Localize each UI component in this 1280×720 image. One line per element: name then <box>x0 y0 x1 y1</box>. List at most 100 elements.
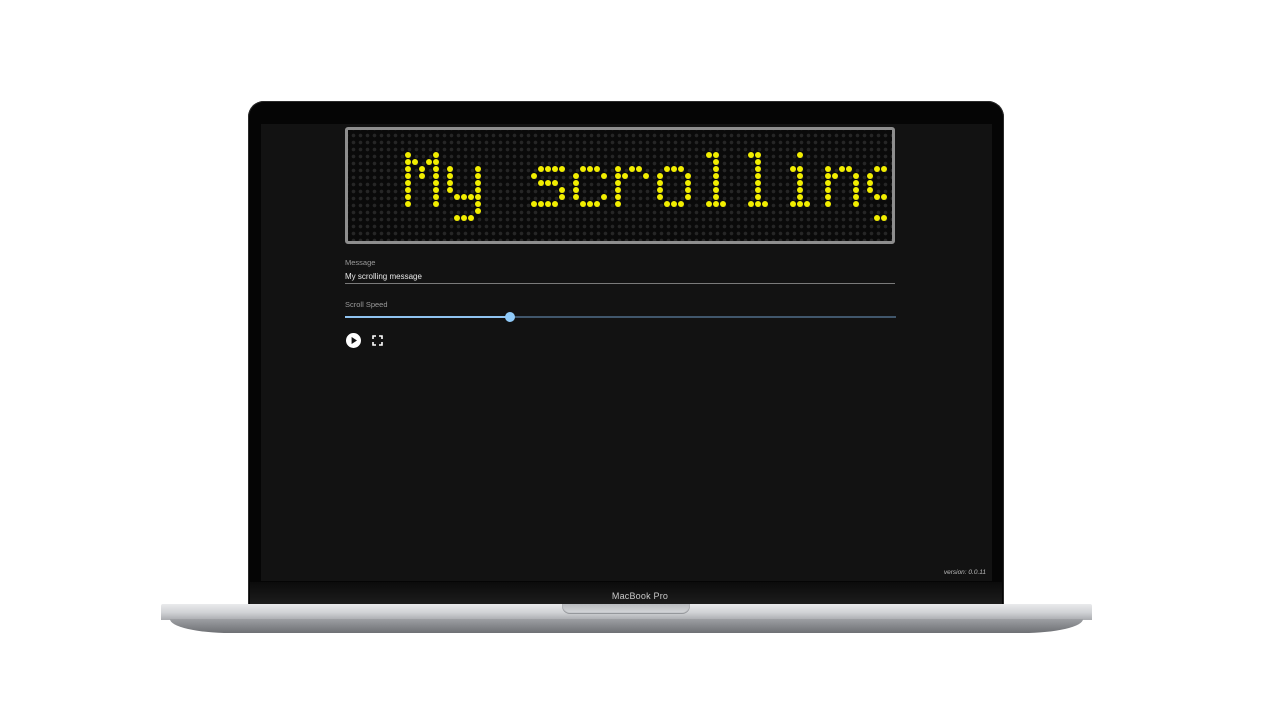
led-dot <box>601 194 607 200</box>
fullscreen-icon <box>372 335 383 346</box>
led-dot <box>426 159 432 165</box>
led-dot <box>657 187 663 193</box>
led-dot <box>552 166 558 172</box>
led-dot <box>475 166 481 172</box>
led-dot <box>762 201 768 207</box>
led-dot <box>475 173 481 179</box>
led-dot <box>433 187 439 193</box>
led-dot <box>874 215 880 221</box>
slider-fill <box>345 316 511 318</box>
led-dot <box>538 166 544 172</box>
led-dot <box>433 173 439 179</box>
led-dot <box>713 201 719 207</box>
led-dot <box>678 201 684 207</box>
led-dot <box>405 159 411 165</box>
led-dot <box>790 201 796 207</box>
led-dot <box>433 152 439 158</box>
led-dot <box>671 166 677 172</box>
led-dot <box>475 180 481 186</box>
led-dot <box>797 152 803 158</box>
led-dot <box>685 173 691 179</box>
led-dot <box>475 201 481 207</box>
led-dot <box>615 166 621 172</box>
led-dot <box>447 166 453 172</box>
led-dot <box>853 180 859 186</box>
led-dot <box>755 180 761 186</box>
led-dot <box>447 180 453 186</box>
fullscreen-button[interactable] <box>371 334 384 347</box>
led-dot <box>853 194 859 200</box>
led-dot <box>552 201 558 207</box>
led-dot <box>657 173 663 179</box>
led-dot <box>454 194 460 200</box>
led-dot <box>538 201 544 207</box>
led-dot <box>825 187 831 193</box>
led-dot <box>874 194 880 200</box>
led-dot <box>825 166 831 172</box>
led-dot <box>867 187 873 193</box>
led-dot <box>433 194 439 200</box>
led-sign-display: My scrolling m <box>345 127 895 244</box>
led-dot <box>447 187 453 193</box>
led-dot <box>790 166 796 172</box>
led-dot <box>405 166 411 172</box>
led-dot <box>748 152 754 158</box>
led-dot <box>615 173 621 179</box>
led-dot <box>881 194 887 200</box>
led-dot <box>559 187 565 193</box>
led-dot <box>531 173 537 179</box>
led-dot <box>433 159 439 165</box>
led-dot <box>419 173 425 179</box>
led-dot <box>405 201 411 207</box>
led-dot <box>755 166 761 172</box>
led-dot <box>629 166 635 172</box>
play-circle-icon <box>351 337 357 344</box>
led-dot <box>573 194 579 200</box>
led-dot <box>671 201 677 207</box>
led-dot <box>433 166 439 172</box>
version-label: version: 0.0.11 <box>943 569 986 576</box>
led-dot <box>713 166 719 172</box>
led-dot <box>825 173 831 179</box>
led-dot <box>797 173 803 179</box>
led-dot <box>678 166 684 172</box>
led-dot <box>531 201 537 207</box>
slider-thumb[interactable] <box>505 312 516 322</box>
led-dot <box>853 201 859 207</box>
led-dot <box>538 180 544 186</box>
led-dot <box>867 173 873 179</box>
scroll-speed-label: Scroll Speed <box>345 300 388 309</box>
led-dot <box>685 180 691 186</box>
led-dot <box>405 180 411 186</box>
led-dot <box>706 201 712 207</box>
led-dot <box>545 201 551 207</box>
led-dot <box>475 208 481 214</box>
led-dot <box>601 173 607 179</box>
led-sign-text: My scrolling m <box>405 152 887 221</box>
led-dot <box>433 201 439 207</box>
led-dot <box>881 166 887 172</box>
led-dot <box>832 173 838 179</box>
led-dot <box>797 180 803 186</box>
page-stage: My scrolling m Message Scroll Speed vers… <box>0 0 1280 720</box>
led-dot <box>587 166 593 172</box>
led-dot <box>685 187 691 193</box>
led-dot <box>713 152 719 158</box>
led-dot <box>755 187 761 193</box>
led-dot <box>643 173 649 179</box>
led-dot <box>594 201 600 207</box>
led-dot <box>573 187 579 193</box>
led-dot <box>636 166 642 172</box>
play-button[interactable] <box>346 333 361 348</box>
led-dot <box>797 194 803 200</box>
led-dot <box>545 180 551 186</box>
led-dot <box>755 152 761 158</box>
led-dot <box>825 194 831 200</box>
led-dot <box>587 201 593 207</box>
led-dot <box>622 173 628 179</box>
led-dot <box>755 194 761 200</box>
led-dot <box>552 180 558 186</box>
scroll-speed-slider[interactable] <box>345 312 896 322</box>
led-dot <box>748 201 754 207</box>
message-input[interactable] <box>345 269 895 284</box>
